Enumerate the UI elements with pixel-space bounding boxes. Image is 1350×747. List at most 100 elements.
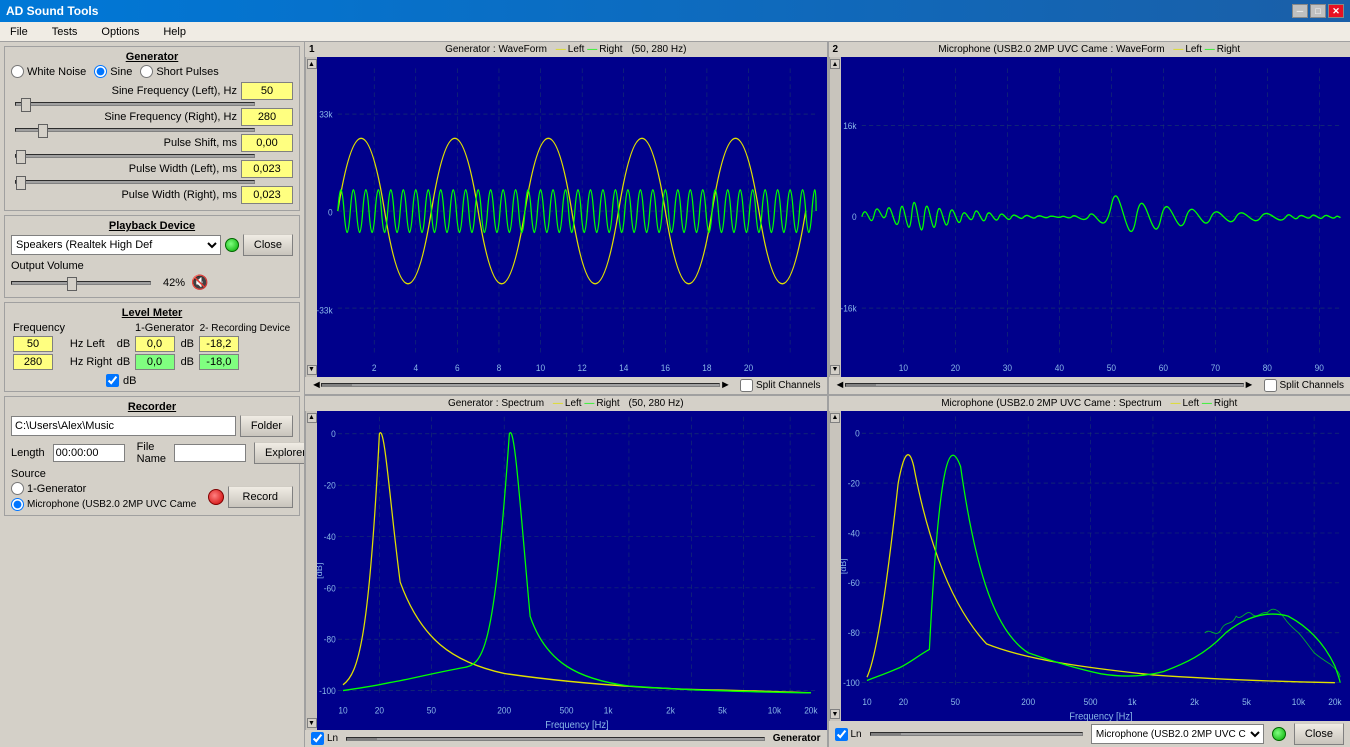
chart4-close-button[interactable]: Close [1294,723,1344,745]
mode-sine[interactable]: Sine [94,65,132,78]
svg-text:10: 10 [338,705,347,715]
sine-freq-left-thumb[interactable] [21,98,31,112]
pulse-width-right-input[interactable]: 0,023 [241,186,293,204]
svg-text:500: 500 [1083,696,1097,706]
rec-left-input[interactable] [199,336,239,352]
menu-tests[interactable]: Tests [46,24,84,40]
filename-input[interactable] [174,444,246,462]
length-label: Length [11,447,45,459]
svg-text:16: 16 [661,362,670,372]
maximize-button[interactable]: □ [1310,4,1326,18]
sine-freq-right-input[interactable]: 280 [241,108,293,126]
svg-text:2: 2 [372,362,377,372]
freq-left-input[interactable] [13,336,53,352]
playback-led [225,238,239,252]
chart4-scroll-down[interactable]: ▼ [830,709,840,719]
folder-path-input[interactable] [11,416,236,436]
chart3-scroll-down[interactable]: ▼ [307,718,317,728]
chart3-legend-left: Left [565,398,582,409]
close-button[interactable]: ✕ [1328,4,1344,18]
waveform-left-path [338,138,806,283]
spectrum-right-path [343,432,811,692]
chart3-header: Generator : Spectrum — Left — Right (50,… [305,396,827,411]
chart4-ln-label: Ln [851,729,862,740]
db-label-1: dB [115,335,133,353]
chart1-split-checkbox[interactable] [740,379,753,392]
chart2-split-checkbox[interactable] [1264,379,1277,392]
svg-text:-40: -40 [324,531,336,541]
svg-text:6: 6 [455,362,460,372]
chart4-led [1272,727,1286,741]
sine-freq-right-thumb[interactable] [38,124,48,138]
chart4-ln-checkbox[interactable] [835,728,848,741]
chart2-svg: 16k 0 -16k 10 20 30 40 50 60 70 80 [841,57,1350,377]
rec-right-input[interactable] [199,354,239,370]
length-input[interactable] [53,444,125,462]
chart2-scroll-down[interactable]: ▼ [830,365,840,375]
db-label-2: dB [115,353,133,371]
mode-white-noise[interactable]: White Noise [11,65,86,78]
svg-text:0: 0 [331,428,336,438]
svg-text:10k: 10k [1291,696,1305,706]
chart4-title: Microphone (USB2.0 2MP UVC Came : Spectr… [941,398,1161,409]
mode-short-pulses[interactable]: Short Pulses [140,65,218,78]
menu-help[interactable]: Help [157,24,192,40]
chart1-hscroll-left[interactable]: ◄ [311,379,321,391]
chart3-scroll-up[interactable]: ▲ [307,413,317,423]
pulse-width-left-slider[interactable] [15,180,255,184]
svg-text:20: 20 [898,696,907,706]
main-content: Generator White Noise Sine Short Pulses … [0,42,1350,747]
record-button[interactable]: Record [228,486,293,508]
svg-text:10k: 10k [768,705,782,715]
chart1-scroll-down[interactable]: ▼ [307,365,317,375]
freq-right-input[interactable] [13,354,53,370]
chart1-vscroll: ▲ ▼ [305,57,317,377]
mic-device-select[interactable]: Microphone (USB2.0 2MP UVC C [1091,724,1264,744]
pulse-shift-thumb[interactable] [16,150,26,164]
svg-text:18: 18 [702,362,711,372]
chart1-hscroll-right[interactable]: ► [720,379,730,391]
chart4-scroll-up[interactable]: ▲ [830,413,840,423]
svg-text:0: 0 [851,212,856,222]
db-checkbox-label: dB [123,375,136,387]
chart3-ln-checkbox[interactable] [311,732,324,745]
sine-freq-left-slider[interactable] [15,102,255,106]
chart4-vscroll: ▲ ▼ [829,411,841,722]
playback-device-select[interactable]: Speakers (Realtek High Def [11,235,221,255]
sine-freq-left-input[interactable]: 50 [241,82,293,100]
playback-close-button[interactable]: Close [243,234,293,256]
volume-slider[interactable] [11,281,151,285]
chart2-hscroll-right[interactable]: ► [1244,379,1254,391]
chart1-scroll-up[interactable]: ▲ [307,59,317,69]
gen-right-input[interactable] [135,354,175,370]
volume-thumb[interactable] [67,277,77,291]
svg-text:Frequency [Hz]: Frequency [Hz] [1069,711,1132,721]
menu-file[interactable]: File [4,24,34,40]
sine-freq-right-slider[interactable] [15,128,255,132]
source-label: Source [11,468,293,480]
svg-text:1k: 1k [1127,696,1136,706]
svg-text:90: 90 [1314,362,1323,372]
source-generator[interactable]: 1-Generator [11,482,196,495]
chart1-legend-right: Right [599,44,622,55]
source-microphone[interactable]: Microphone (USB2.0 2MP UVC Came [11,498,196,511]
menu-options[interactable]: Options [95,24,145,40]
svg-text:30: 30 [1002,362,1011,372]
db-checkbox[interactable] [106,374,119,387]
folder-button[interactable]: Folder [240,415,293,437]
chart4-with-scroll: ▲ ▼ [829,411,1350,722]
chart2-scroll-up[interactable]: ▲ [830,59,840,69]
pulse-width-left-thumb[interactable] [16,176,26,190]
gen-left-input[interactable] [135,336,175,352]
svg-text:20: 20 [744,362,753,372]
chart1-legend-left: Left [568,44,585,55]
pulse-shift-slider[interactable] [15,154,255,158]
chart2-num: 2 [833,44,839,55]
svg-text:-20: -20 [324,480,336,490]
minimize-button[interactable]: ─ [1292,4,1308,18]
pulse-shift-input[interactable]: 0,00 [241,134,293,152]
explorer-button[interactable]: Explorer [254,442,305,464]
chart2-hscroll-left[interactable]: ◄ [835,379,845,391]
svg-text:-16k: -16k [841,303,857,313]
pulse-width-left-input[interactable]: 0,023 [241,160,293,178]
